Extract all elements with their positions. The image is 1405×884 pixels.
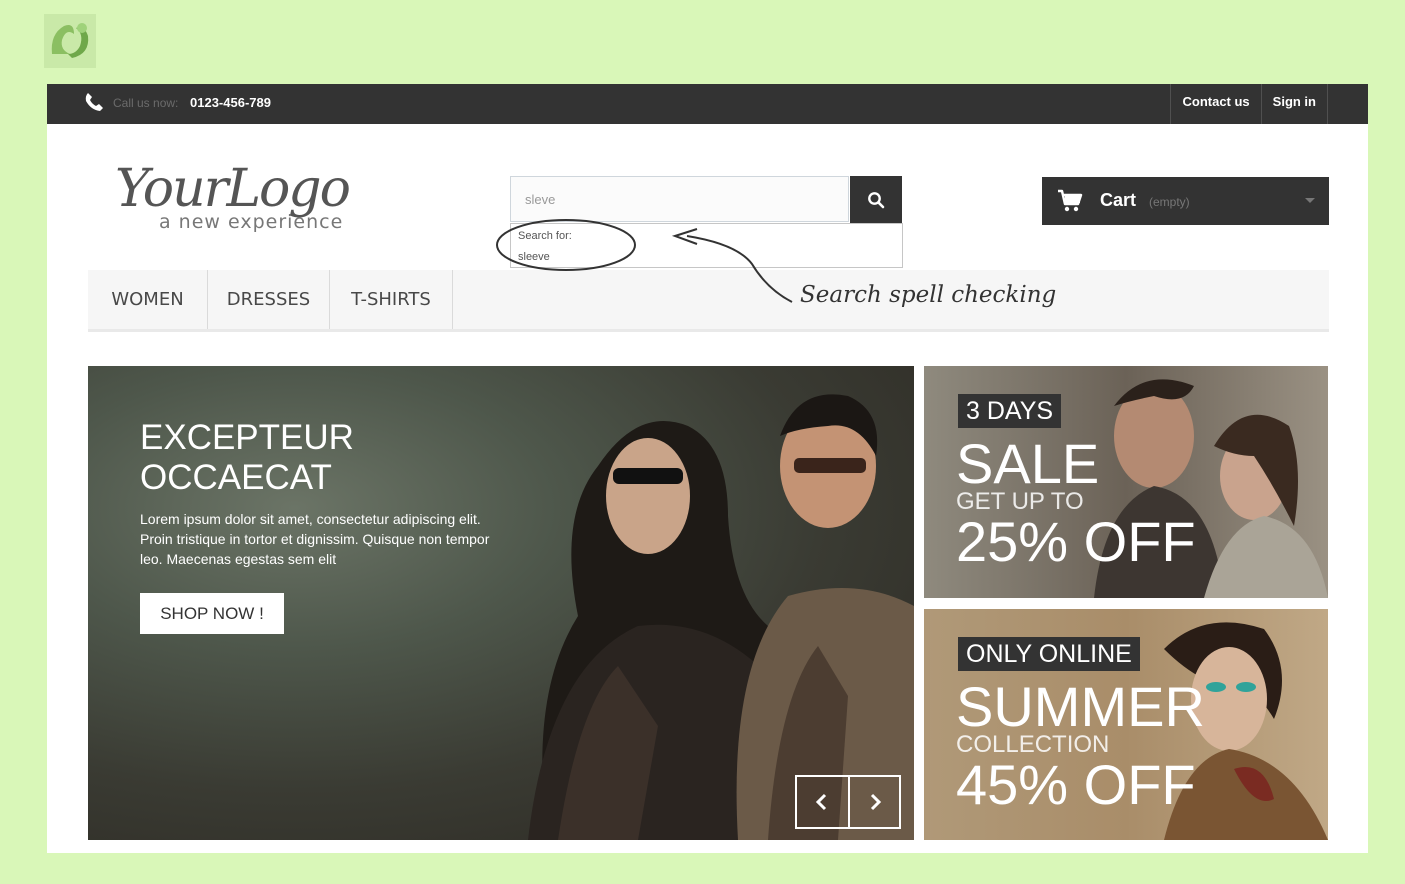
svg-text:a new experience: a new experience	[159, 211, 343, 233]
banner-headline: SUMMER	[956, 675, 1205, 738]
top-links: Contact us Sign in	[1170, 84, 1328, 124]
suggest-label: Search for:	[518, 230, 572, 242]
contact-us-link[interactable]: Contact us	[1170, 84, 1260, 124]
search-bar	[510, 176, 903, 224]
slider-prev-button[interactable]	[797, 777, 850, 827]
hero-slider: EXCEPTEUR OCCAECAT Lorem ipsum dolor sit…	[88, 366, 914, 840]
shop-page: Call us now: 0123-456-789 Contact us Sig…	[47, 84, 1368, 853]
suggest-item[interactable]: sleeve	[518, 251, 550, 263]
search-suggestions: Search for: sleeve	[510, 223, 903, 268]
sale-banner[interactable]: 3 DAYS SALE GET UP TO 25% OFF	[924, 366, 1328, 598]
top-bar: Call us now: 0123-456-789 Contact us Sig…	[47, 84, 1368, 124]
cart-status: (empty)	[1149, 195, 1190, 209]
phone-number: 0123-456-789	[190, 95, 271, 110]
brand-corner-logo	[44, 14, 96, 68]
menu-item-women[interactable]: WOMEN	[88, 270, 208, 329]
chevron-down-icon	[1305, 198, 1315, 203]
search-button[interactable]	[850, 176, 902, 224]
chevron-left-icon	[815, 793, 827, 811]
slider-controls	[795, 775, 901, 829]
cart-button[interactable]: Cart (empty)	[1042, 177, 1329, 225]
slide-title-line1: EXCEPTEUR	[140, 418, 354, 457]
search-icon	[868, 192, 885, 209]
site-logo[interactable]: YourLogo a new experience	[113, 146, 413, 236]
sign-in-link[interactable]: Sign in	[1260, 84, 1328, 124]
main-menu: WOMEN DRESSES T-SHIRTS	[88, 270, 1329, 332]
banner-tag: ONLY ONLINE	[958, 637, 1140, 671]
annotation-text: Search spell checking	[800, 282, 1057, 308]
banner-headline: SALE	[956, 432, 1100, 495]
cart-label: Cart	[1100, 190, 1137, 210]
chevron-right-icon	[870, 793, 882, 811]
menu-item-dresses[interactable]: DRESSES	[208, 270, 330, 329]
slide-title-line2: OCCAECAT	[140, 458, 332, 497]
banner-offer: 25% OFF	[956, 510, 1196, 573]
phone-icon	[85, 93, 103, 111]
cart-icon	[1058, 189, 1083, 212]
banner-tag: 3 DAYS	[958, 394, 1062, 428]
slide-title: EXCEPTEUR OCCAECAT	[140, 418, 520, 498]
call-label: Call us now:	[113, 96, 179, 110]
svg-text:YourLogo: YourLogo	[115, 159, 350, 219]
slider-next-button[interactable]	[850, 777, 901, 827]
shop-now-button[interactable]: SHOP NOW !	[140, 593, 284, 634]
summer-banner[interactable]: ONLY ONLINE SUMMER COLLECTION 45% OFF	[924, 609, 1328, 840]
banner-offer: 45% OFF	[956, 753, 1196, 816]
model-photo	[736, 394, 914, 840]
menu-item-t-shirts[interactable]: T-SHIRTS	[330, 270, 453, 329]
slide-text: Lorem ipsum dolor sit amet, consectetur …	[140, 511, 490, 567]
search-input[interactable]	[510, 176, 849, 222]
